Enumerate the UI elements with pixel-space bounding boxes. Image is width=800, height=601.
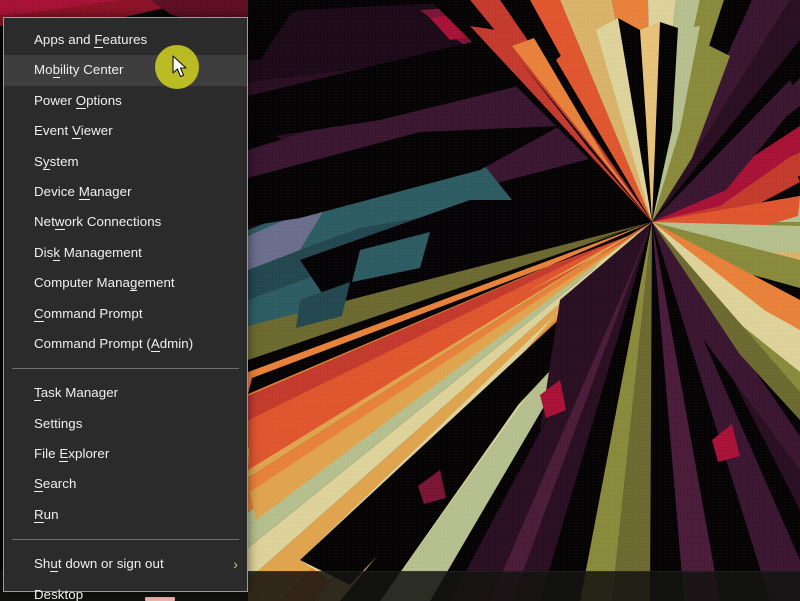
menu-item-event-viewer[interactable]: Event Viewer [4,116,247,146]
menu-item-label: Shut down or sign out [34,556,164,573]
menu-section-system: Apps and Features Mobility Center Power … [4,25,247,359]
menu-item-file-explorer[interactable]: File Explorer [4,439,247,469]
menu-item-disk-management[interactable]: Disk Management [4,238,247,268]
menu-item-label: Power Options [34,92,122,109]
menu-item-power-options[interactable]: Power Options [4,86,247,116]
chevron-right-icon: › [233,556,238,573]
menu-item-label: Apps and Features [34,32,148,48]
menu-item-task-manager[interactable]: Task Manager [4,378,247,408]
menu-section-tools: Task Manager Settings File Explorer Sear… [4,378,247,530]
menu-item-shut-down-or-sign-out[interactable]: Shut down or sign out › [4,549,247,579]
menu-item-label: Mobility Center [34,62,124,79]
menu-item-label: Command Prompt (Admin) [34,335,194,352]
menu-item-label: Network Connections [34,214,162,231]
menu-item-label: Event Viewer [34,123,113,140]
menu-item-network-connections[interactable]: Network Connections [4,207,247,237]
menu-item-device-manager[interactable]: Device Manager [4,177,247,207]
menu-section-session: Shut down or sign out › Desktop [4,549,247,601]
menu-item-label: Task Manager [34,385,119,402]
menu-item-system[interactable]: System [4,147,247,177]
menu-item-command-prompt[interactable]: Command Prompt [4,299,247,329]
menu-item-label: Desktop [34,586,84,601]
menu-item-label: Run [34,506,59,523]
menu-separator-1 [12,368,239,370]
menu-item-command-prompt-admin[interactable]: Command Prompt (Admin) [4,329,247,359]
winx-quick-link-menu[interactable]: Apps and Features Mobility Center Power … [3,17,248,601]
desktop-screen: Apps and Features Mobility Center Power … [0,0,800,601]
menu-item-label: Computer Management [34,275,175,292]
menu-item-apps-and-features[interactable]: Apps and Features [4,25,247,55]
menu-separator-2 [12,539,239,541]
menu-item-mobility-center[interactable]: Mobility Center [4,55,247,86]
menu-item-label: Disk Management [34,244,142,261]
menu-item-label: Settings [34,415,83,431]
menu-item-label: Device Manager [34,183,132,200]
menu-item-label: System [34,153,79,170]
menu-item-search[interactable]: Search [4,469,247,499]
menu-item-run[interactable]: Run [4,500,247,530]
menu-item-desktop[interactable]: Desktop [4,580,247,601]
menu-item-settings[interactable]: Settings [4,409,247,439]
menu-item-computer-management[interactable]: Computer Management [4,268,247,298]
menu-item-label: Command Prompt [34,305,143,322]
menu-item-label: Search [34,476,77,493]
menu-item-label: File Explorer [34,446,110,463]
mouse-pointer-icon [172,55,187,78]
